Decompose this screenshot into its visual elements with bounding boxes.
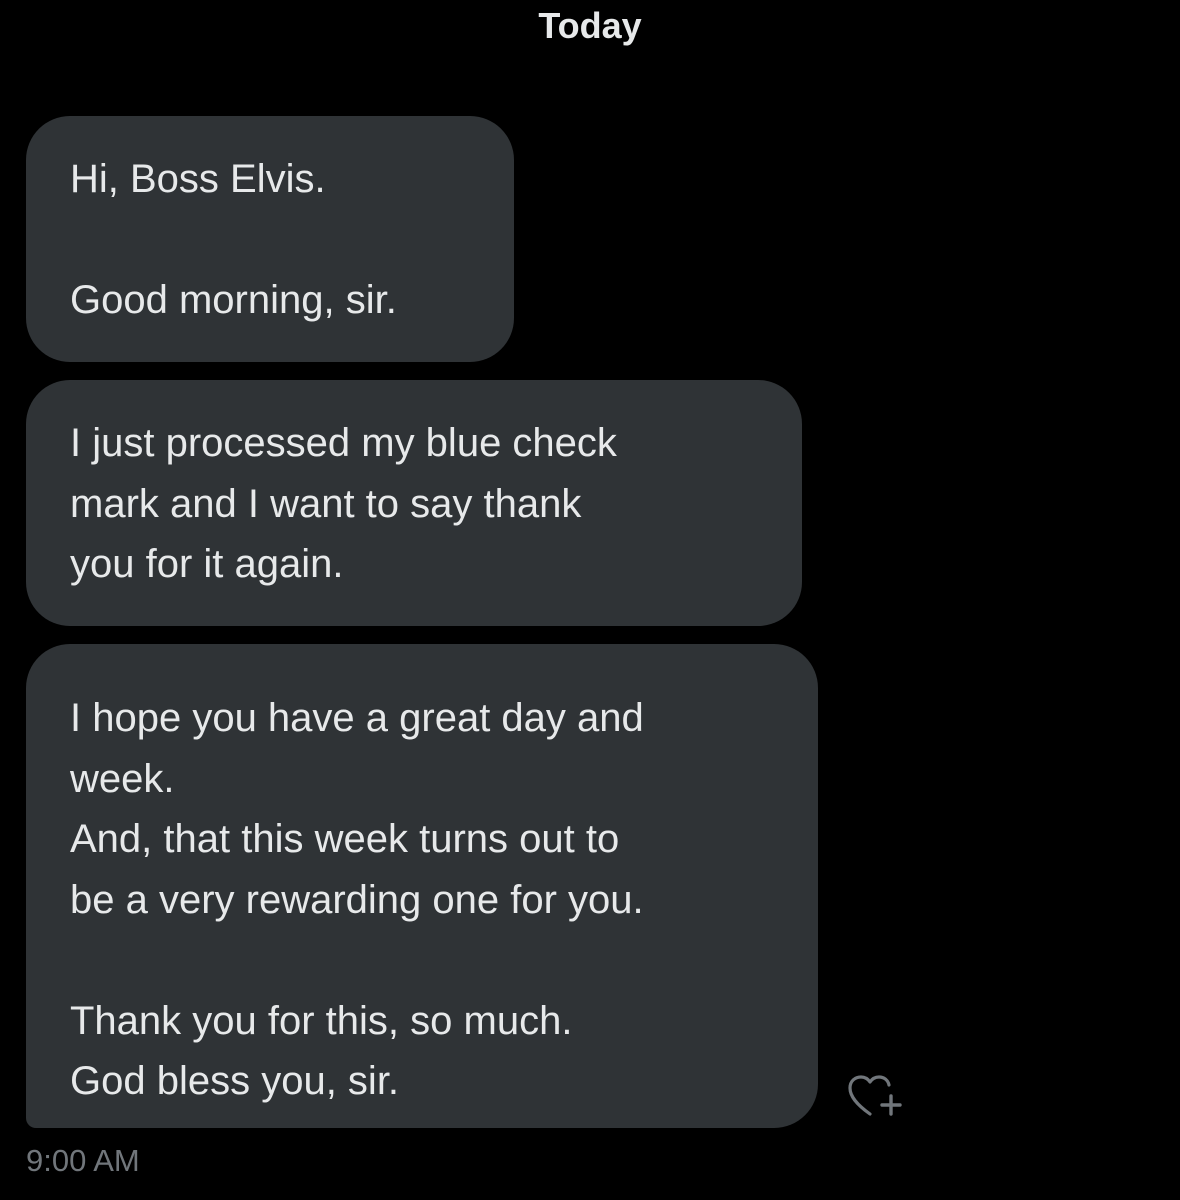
message-timestamp: 9:00 AM [26, 1143, 140, 1178]
message-bubble[interactable]: Hi, Boss Elvis. Good morning, sir. [26, 116, 514, 362]
message-bubble[interactable]: I just processed my blue check mark and … [26, 380, 802, 626]
heart-plus-icon [848, 1075, 902, 1116]
add-reaction-button[interactable] [846, 1072, 902, 1120]
date-separator: Today [538, 5, 642, 46]
message-bubble[interactable]: I hope you have a great day and week. An… [26, 644, 818, 1128]
